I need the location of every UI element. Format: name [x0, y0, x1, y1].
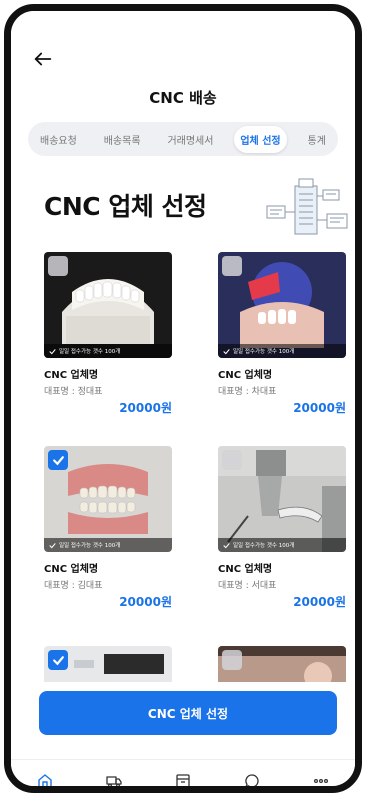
- page-title: CNC 업체 선정: [44, 192, 207, 221]
- header-title: CNC 배송: [149, 89, 217, 107]
- vendor-image: [218, 646, 346, 682]
- bottom-nav: [11, 759, 355, 787]
- vendor-name: CNC 업체명: [44, 370, 99, 381]
- nav-home[interactable]: [25, 766, 65, 786]
- tab-vendor-select[interactable]: 업체 선정: [234, 125, 287, 153]
- vendor-image: 일일 접수가능 갯수 100개: [44, 252, 172, 358]
- vendor-price: 20000원: [293, 401, 346, 415]
- check-icon: [52, 455, 64, 465]
- vendor-representative: 대표명 : 서대표: [218, 581, 277, 591]
- home-icon: [38, 773, 53, 786]
- vendor-representative: 대표명 : 차대표: [218, 387, 277, 397]
- check-icon: [223, 542, 230, 548]
- select-checkbox[interactable]: [222, 256, 242, 276]
- capacity-text: 일일 접수가능 갯수 100개: [59, 543, 121, 549]
- nav-orders[interactable]: [163, 766, 203, 786]
- document-network-illustration: [266, 178, 348, 235]
- tab-delivery-list[interactable]: 배송목록: [98, 126, 147, 153]
- vendor-image: 일일 접수가능 갯수 100개: [218, 252, 346, 358]
- vendor-card[interactable]: 일일 접수가능 갯수 100개 CNC 업체명 대표명 : 정대표 20000원: [44, 252, 172, 416]
- vendor-name: CNC 업체명: [44, 564, 99, 575]
- vendor-price: 20000원: [119, 401, 172, 415]
- nav-delivery[interactable]: [94, 766, 134, 786]
- truck-icon: [106, 775, 122, 786]
- vendor-name: CNC 업체명: [218, 564, 273, 575]
- capacity-text: 일일 접수가능 갯수 100개: [233, 349, 295, 355]
- chat-icon: [245, 773, 259, 786]
- capacity-text: 일일 접수가능 갯수 100개: [59, 349, 121, 355]
- back-button[interactable]: [29, 45, 57, 73]
- select-vendor-button[interactable]: CNC 업체 선정: [39, 691, 337, 735]
- phone-frame: CNC 배송 배송요청 배송목록 거래명세서 업체 선정 통계 CNC 업체 선…: [4, 4, 362, 793]
- arrow-left-icon: [34, 52, 52, 66]
- check-icon: [223, 348, 230, 354]
- check-icon: [52, 655, 64, 665]
- vendor-card[interactable]: 일일 접수가능 갯수 100개 CNC 업체명 대표명 : 차대표 20000원: [218, 252, 346, 416]
- vendor-price: 20000원: [293, 595, 346, 609]
- tab-invoice[interactable]: 거래명세서: [161, 126, 219, 153]
- vendor-representative: 대표명 : 김대표: [44, 581, 103, 591]
- vendor-name: CNC 업체명: [218, 370, 273, 381]
- vendor-image: [44, 646, 172, 682]
- nav-chat[interactable]: [232, 766, 272, 786]
- tab-statistics[interactable]: 통계: [302, 126, 332, 153]
- capacity-strip: 일일 접수가능 갯수 100개: [218, 344, 346, 358]
- vendor-price: 20000원: [119, 595, 172, 609]
- screen: CNC 배송 배송요청 배송목록 거래명세서 업체 선정 통계 CNC 업체 선…: [11, 11, 355, 786]
- check-icon: [49, 542, 56, 548]
- vendor-card[interactable]: [44, 646, 172, 682]
- select-checkbox[interactable]: [48, 450, 68, 470]
- select-checkbox[interactable]: [222, 450, 242, 470]
- vendor-card[interactable]: [218, 646, 346, 682]
- select-checkbox[interactable]: [48, 650, 68, 670]
- capacity-strip: 일일 접수가능 갯수 100개: [218, 538, 346, 552]
- capacity-strip: 일일 접수가능 갯수 100개: [44, 538, 172, 552]
- capacity-text: 일일 접수가능 갯수 100개: [233, 543, 295, 549]
- tab-delivery-request[interactable]: 배송요청: [34, 126, 83, 153]
- vendor-image: 일일 접수가능 갯수 100개: [44, 446, 172, 552]
- vendor-representative: 대표명 : 정대표: [44, 387, 103, 397]
- check-icon: [49, 348, 56, 354]
- vendor-card[interactable]: 일일 접수가능 갯수 100개 CNC 업체명 대표명 : 서대표 20000원: [218, 446, 346, 610]
- vendor-image: 일일 접수가능 갯수 100개: [218, 446, 346, 552]
- select-checkbox[interactable]: [222, 650, 242, 670]
- more-icon: [313, 778, 328, 783]
- box-icon: [176, 773, 190, 786]
- capacity-strip: 일일 접수가능 갯수 100개: [44, 344, 172, 358]
- nav-more[interactable]: [301, 766, 341, 787]
- select-checkbox[interactable]: [48, 256, 68, 276]
- vendor-grid: 일일 접수가능 갯수 100개 CNC 업체명 대표명 : 정대표 20000원: [44, 252, 346, 682]
- tab-bar: 배송요청 배송목록 거래명세서 업체 선정 통계: [28, 122, 338, 156]
- vendor-card[interactable]: 일일 접수가능 갯수 100개 CNC 업체명 대표명 : 김대표 20000원: [44, 446, 172, 610]
